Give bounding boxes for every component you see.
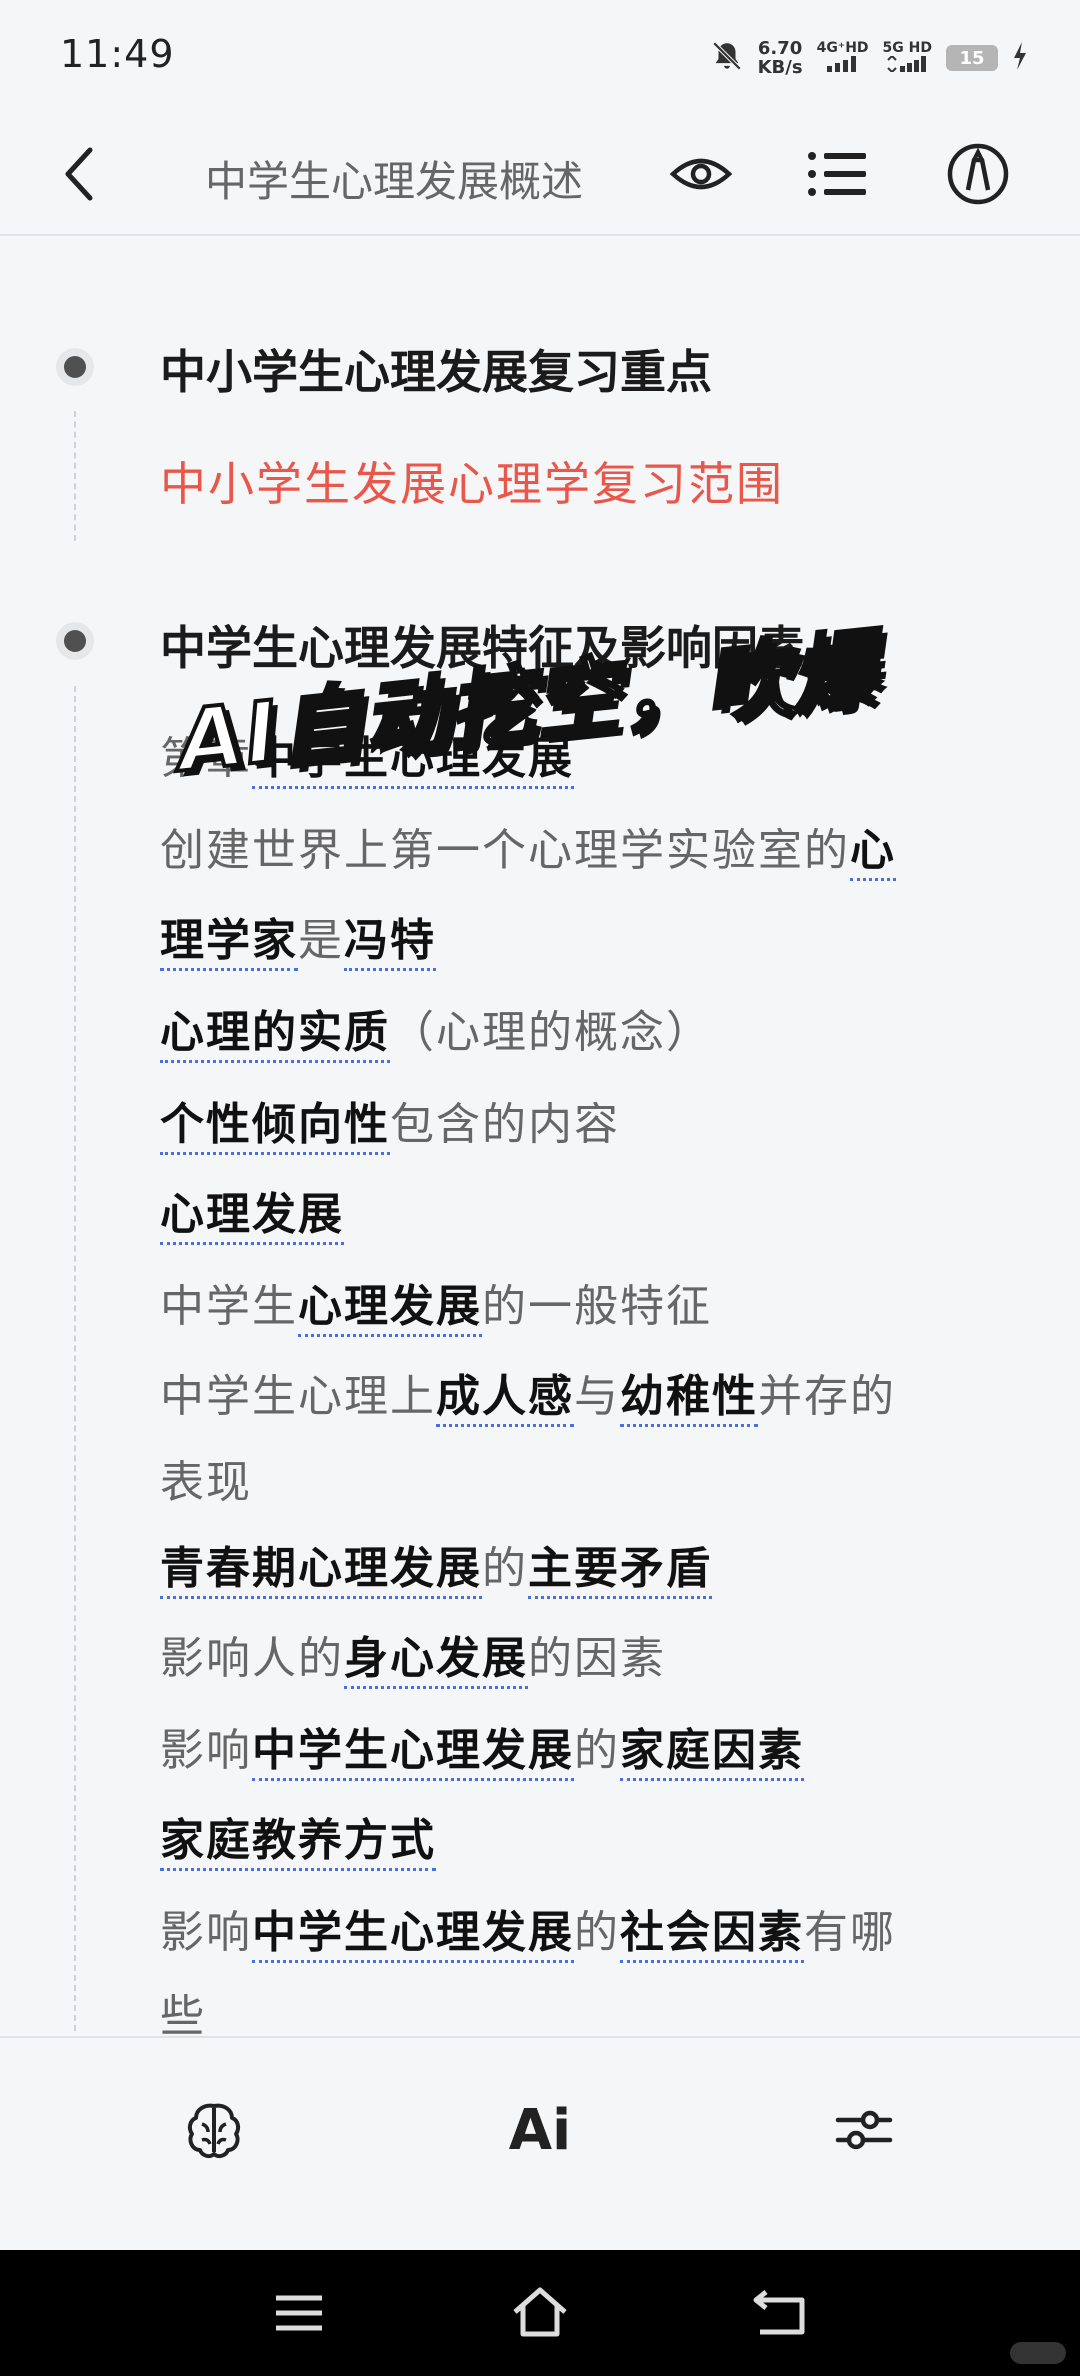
menu-icon (276, 2295, 322, 2331)
cloze-keyword[interactable]: 社会因素 (620, 1907, 804, 1963)
status-time: 11:49 (60, 32, 175, 76)
outline-connector (74, 686, 76, 2031)
plain-text: 中学生心理上 (160, 1371, 436, 1422)
bottom-toolbar: Ai (0, 2036, 1080, 2252)
charging-icon (1012, 42, 1028, 74)
status-icons: 6.70 KB/s 4G⁺HD 5G HD 15 (710, 30, 1028, 86)
cloze-keyword[interactable]: 中学生心理发展 (252, 1725, 574, 1781)
plain-text: 的因素 (528, 1633, 666, 1684)
cloze-keyword[interactable]: 青春期心理发展 (160, 1543, 482, 1599)
outline-line[interactable]: 青春期心理发展的主要矛盾 (160, 1532, 712, 1599)
signal-bars-icon (886, 54, 928, 76)
plain-text: 中学生 (160, 1281, 298, 1332)
plain-text: 创建世界上第一个心理学实验室的 (160, 825, 850, 876)
outline-bullet[interactable] (56, 622, 94, 660)
cloze-keyword[interactable]: 主要矛盾 (528, 1543, 712, 1599)
outline-line[interactable]: 心理发展 (160, 1178, 344, 1245)
cloze-keyword[interactable]: 心理发展 (298, 1281, 482, 1337)
section-heading-1[interactable]: 中小学生心理发展复习重点 (160, 336, 712, 402)
plain-text: 的 (574, 1725, 620, 1776)
network-speed: 6.70 KB/s (758, 39, 803, 77)
system-navigation-bar (0, 2250, 1080, 2376)
plain-text: 有哪 (804, 1907, 896, 1958)
outline-connector (74, 411, 76, 541)
outline-line[interactable]: 影响人的身心发展的因素 (160, 1622, 666, 1689)
outline-line[interactable]: 表现 (160, 1446, 252, 1510)
speed-value: 6.70 (757, 38, 803, 59)
section-1-item[interactable]: 中小学生发展心理学复习范围 (160, 448, 784, 514)
plain-text: 影响 (160, 1907, 252, 1958)
watermark-badge-icon (1010, 2342, 1066, 2364)
top-app-bar: 中学生心理发展概述 (0, 116, 1080, 236)
preview-button[interactable] (667, 142, 735, 206)
outline-button[interactable] (804, 142, 872, 206)
page-title: 中学生心理发展概述 (205, 157, 584, 206)
signal-2-label: 5G HD (882, 40, 932, 56)
speed-unit: KB/s (757, 57, 803, 78)
cloze-keyword[interactable]: 冯特 (344, 915, 436, 971)
cloze-keyword[interactable]: 心理发展 (160, 1189, 344, 1245)
plain-text: 影响人的 (160, 1633, 344, 1684)
plain-text: 包含的内容 (390, 1099, 620, 1150)
signal-1: 4G⁺HD (817, 40, 869, 76)
plain-text: 的 (482, 1543, 528, 1594)
app-screen: 11:49 6.70 KB/s 4G⁺HD 5G HD 15 中学生心理发展概述… (0, 0, 1080, 2376)
list-icon (808, 152, 866, 196)
brain-icon (187, 2103, 241, 2159)
outline-line[interactable]: 影响中学生心理发展的家庭因素 (160, 1714, 804, 1781)
sliders-icon (835, 2110, 893, 2150)
cloze-keyword[interactable]: 幼稚性 (620, 1371, 758, 1427)
outline-bullet[interactable] (56, 348, 94, 386)
cloze-keyword[interactable]: 成人感 (436, 1371, 574, 1427)
outline-line[interactable]: 家庭教养方式 (160, 1804, 436, 1871)
back-nav-button[interactable] (746, 2278, 816, 2348)
back-button[interactable] (50, 142, 114, 206)
outline-line[interactable]: 心理的实质（心理的概念） (160, 996, 712, 1063)
plain-text: 影响 (160, 1725, 252, 1776)
outline-line[interactable]: 中学生心理上成人感与幼稚性并存的 (160, 1360, 896, 1427)
pen-circle-icon (947, 143, 1009, 205)
outline-line[interactable]: 理学家是冯特 (160, 904, 436, 971)
signal-2: 5G HD (883, 40, 932, 76)
cloze-keyword[interactable]: 理学家 (160, 915, 298, 971)
outline-line[interactable]: 影响中学生心理发展的社会因素有哪 (160, 1896, 896, 1963)
outline-line[interactable]: 个性倾向性包含的内容 (160, 1088, 620, 1155)
menu-nav-button[interactable] (264, 2278, 334, 2348)
status-bar: 11:49 6.70 KB/s 4G⁺HD 5G HD 15 (0, 0, 1080, 110)
plain-text: 表现 (160, 1457, 252, 1508)
outline-line[interactable]: 些 (160, 1980, 206, 2044)
cloze-keyword[interactable]: 心理的实质 (160, 1007, 390, 1063)
battery-indicator: 15 (946, 45, 998, 71)
signal-1-label: 4G⁺HD (816, 40, 869, 56)
plain-text: 的一般特征 (482, 1281, 712, 1332)
settings-sliders-button[interactable] (824, 2090, 904, 2170)
plain-text: （心理的概念） (390, 1007, 712, 1058)
cloze-keyword[interactable]: 中学生心理发展 (252, 1907, 574, 1963)
return-icon (753, 2290, 805, 2335)
plain-text: 与 (574, 1371, 620, 1422)
outline-line[interactable]: 中学生心理发展的一般特征 (160, 1270, 712, 1337)
back-arrow-icon (65, 147, 93, 201)
home-icon (513, 2287, 567, 2337)
mindmap-button[interactable] (174, 2090, 254, 2170)
plain-text: 些 (160, 1991, 206, 2042)
signal-bars-icon (825, 56, 861, 76)
plain-text: 的 (574, 1907, 620, 1958)
plain-text: 是 (298, 915, 344, 966)
home-nav-button[interactable] (505, 2278, 575, 2348)
edit-button[interactable] (944, 140, 1012, 208)
mute-bell-icon (710, 39, 744, 77)
plain-text: 并存的 (758, 1371, 896, 1422)
cloze-keyword[interactable]: 个性倾向性 (160, 1099, 390, 1155)
ai-button[interactable]: Ai (500, 2090, 580, 2170)
eye-icon (669, 158, 733, 190)
cloze-keyword[interactable]: 身心发展 (344, 1633, 528, 1689)
cloze-keyword[interactable]: 家庭因素 (620, 1725, 804, 1781)
outline-content: 中小学生心理发展复习重点 中小学生发展心理学复习范围 中学生心理发展特征及影响因… (0, 236, 1080, 2042)
outline-line[interactable]: 创建世界上第一个心理学实验室的心 (160, 814, 896, 881)
ai-label: Ai (508, 2097, 572, 2163)
cloze-keyword[interactable]: 家庭教养方式 (160, 1815, 436, 1871)
cloze-keyword[interactable]: 心 (850, 825, 896, 881)
